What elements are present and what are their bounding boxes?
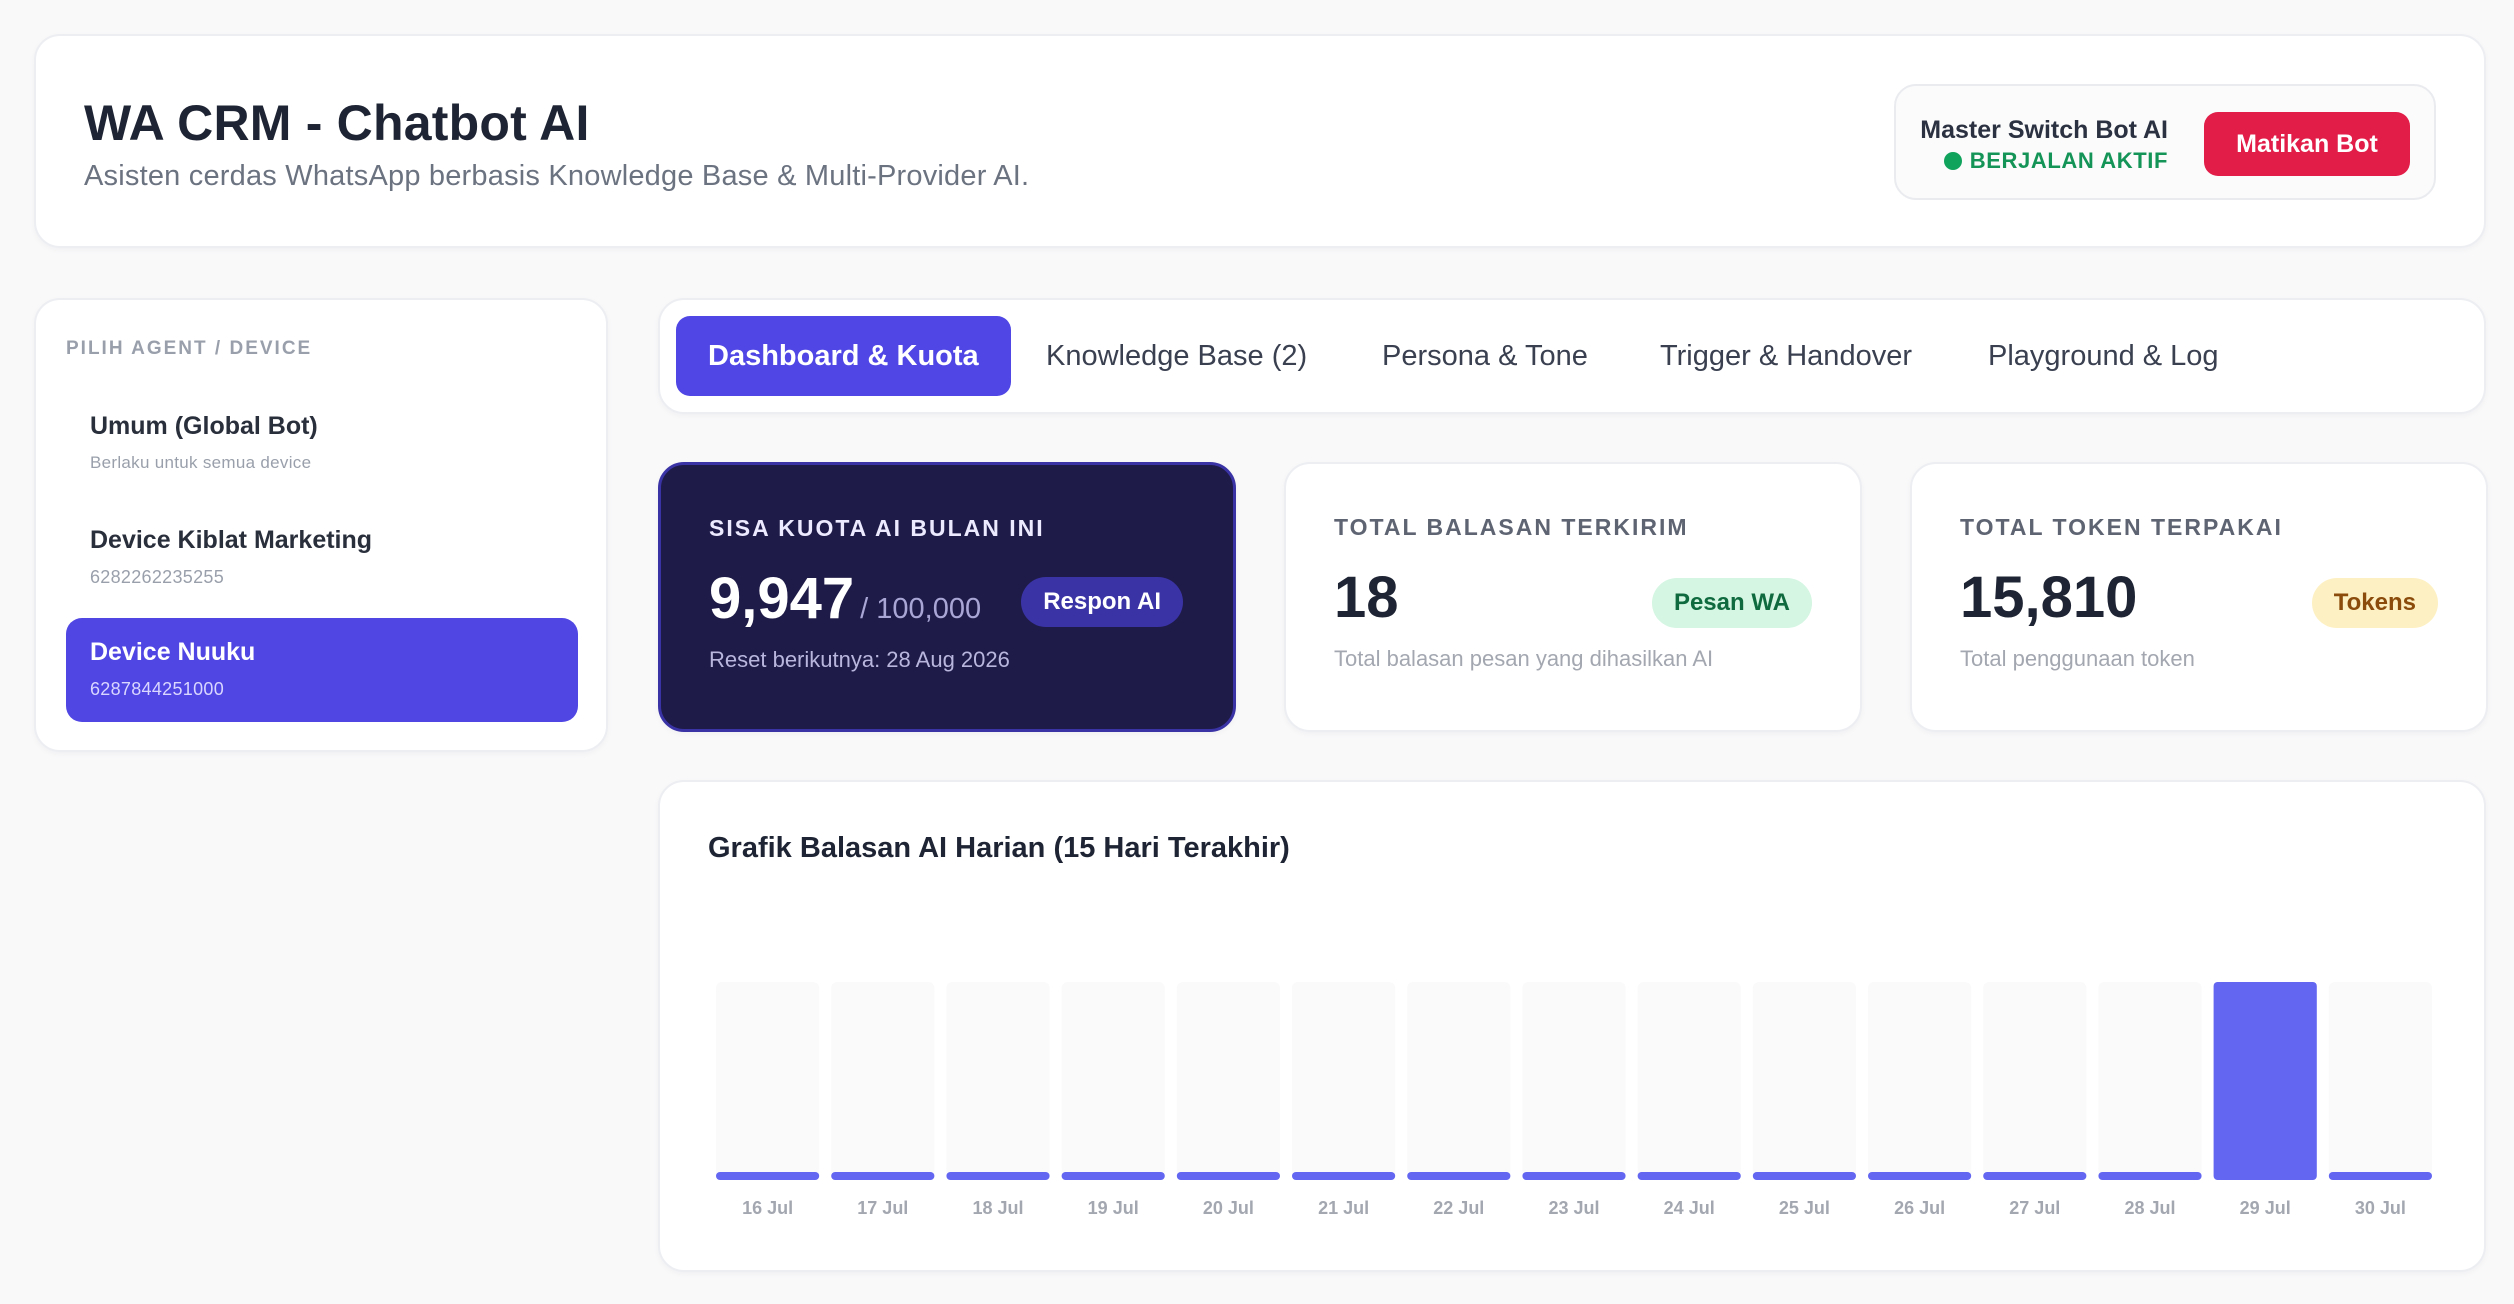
quota-label: SISA KUOTA AI BULAN INI: [709, 515, 1045, 541]
x-tick-label: 17 Jul: [857, 1198, 908, 1218]
tab-playground-log[interactable]: Playground & Log: [1988, 316, 2219, 396]
x-tick-label: 18 Jul: [972, 1198, 1023, 1218]
bar-20-jul[interactable]: [1176, 1172, 1280, 1180]
bar-track: [1061, 982, 1165, 1180]
quota-card: SISA KUOTA AI BULAN INI 9,947/ 100,000 R…: [658, 462, 1236, 732]
quota-value: 9,947: [709, 566, 855, 631]
sidebar-item-nuuku[interactable]: Device Nuuku 6287844251000: [66, 618, 578, 722]
x-tick-label: 24 Jul: [1664, 1198, 1715, 1218]
tab-trigger-handover[interactable]: Trigger & Handover: [1660, 316, 1912, 396]
bot-status-text: BERJALAN AKTIF: [1969, 148, 2168, 173]
replies-label: TOTAL BALASAN TERKIRIM: [1334, 514, 1689, 540]
x-tick-label: 23 Jul: [1548, 1198, 1599, 1218]
status-dot-icon: [1943, 152, 1962, 170]
device-sidebar: PILIH AGENT / DEVICE Umum (Global Bot) B…: [34, 298, 608, 752]
bar-track: [1292, 982, 1396, 1180]
replies-card: TOTAL BALASAN TERKIRIM 18 Pesan WA Total…: [1284, 462, 1862, 732]
bar-track: [1176, 982, 1280, 1180]
device-name: Device Nuuku: [90, 638, 256, 666]
master-switch-panel: Master Switch Bot AI BERJALAN AKTIF Mati…: [1894, 84, 2436, 200]
device-sub: 6282262235255: [90, 567, 225, 587]
quota-badge: Respon AI: [1021, 577, 1183, 627]
bar-25-jul[interactable]: [1752, 1172, 1856, 1180]
bar-18-jul[interactable]: [946, 1172, 1050, 1180]
bar-track: [946, 982, 1050, 1180]
bot-status: BERJALAN AKTIF: [1943, 148, 2168, 174]
tokens-card: TOTAL TOKEN TERPAKAI 15,810 Tokens Total…: [1910, 462, 2488, 732]
bar-22-jul[interactable]: [1407, 1172, 1511, 1180]
x-tick-label: 28 Jul: [2124, 1198, 2175, 1218]
tokens-badge: Tokens: [2311, 578, 2438, 628]
replies-badge: Pesan WA: [1651, 578, 1812, 628]
bar-17-jul[interactable]: [831, 1172, 935, 1180]
tab-persona-tone[interactable]: Persona & Tone: [1382, 316, 1588, 396]
tab-knowledge-base[interactable]: Knowledge Base (2): [1046, 316, 1307, 396]
replies-note: Total balasan pesan yang dihasilkan AI: [1334, 646, 1714, 671]
stop-bot-button[interactable]: Matikan Bot: [2204, 112, 2410, 176]
bar-track: [831, 982, 935, 1180]
bar-23-jul[interactable]: [1522, 1172, 1626, 1180]
bar-28-jul[interactable]: [2098, 1172, 2202, 1180]
bar-track: [2098, 982, 2202, 1180]
x-tick-label: 27 Jul: [2009, 1198, 2060, 1218]
replies-value: 18: [1334, 565, 1399, 630]
daily-replies-chart-card: Grafik Balasan AI Harian (15 Hari Terakh…: [658, 780, 2486, 1272]
tokens-value: 15,810: [1960, 565, 2138, 630]
bar-29-jul[interactable]: [2213, 982, 2317, 1180]
x-tick-label: 20 Jul: [1203, 1198, 1254, 1218]
bar-track: [2328, 982, 2432, 1180]
bar-27-jul[interactable]: [1983, 1172, 2087, 1180]
bar-19-jul[interactable]: [1061, 1172, 1165, 1180]
tokens-label: TOTAL TOKEN TERPAKAI: [1960, 514, 2283, 540]
bar-26-jul[interactable]: [1868, 1172, 1972, 1180]
quota-reset-note: Reset berikutnya: 28 Aug 2026: [709, 647, 1010, 672]
sidebar-item-global-bot[interactable]: Umum (Global Bot) Berlaku untuk semua de…: [66, 392, 578, 496]
x-tick-label: 26 Jul: [1894, 1198, 1945, 1218]
daily-replies-chart: 16 Jul 17 Jul 18 Jul 19 Jul 20 Jul 21 Jul 22 J…: [716, 982, 2432, 1218]
x-tick-label: 29 Jul: [2240, 1198, 2291, 1218]
bar-track: [1522, 982, 1626, 1180]
x-tick-label: 19 Jul: [1088, 1198, 1139, 1218]
x-tick-label: 21 Jul: [1318, 1198, 1369, 1218]
quota-value-row: 9,947/ 100,000: [709, 565, 981, 632]
bar-30-jul[interactable]: [2328, 1172, 2432, 1180]
header-card: WA CRM - Chatbot AI Asisten cerdas Whats…: [34, 34, 2486, 248]
x-tick-label: 16 Jul: [742, 1198, 793, 1218]
tab-bar: Dashboard & Kuota Knowledge Base (2) Per…: [658, 298, 2486, 414]
bar-track: [716, 982, 820, 1180]
x-tick-label: 25 Jul: [1779, 1198, 1830, 1218]
x-tick-label: 22 Jul: [1433, 1198, 1484, 1218]
sidebar-title: PILIH AGENT / DEVICE: [66, 338, 313, 359]
bar-track: [1868, 982, 1972, 1180]
device-name: Device Kiblat Marketing: [90, 526, 373, 554]
bar-track: [1637, 982, 1741, 1180]
bar-21-jul[interactable]: [1292, 1172, 1396, 1180]
device-sub: 6287844251000: [90, 679, 225, 699]
bar-track: [1407, 982, 1511, 1180]
bar-track: [1983, 982, 2087, 1180]
x-tick-label: 30 Jul: [2355, 1198, 2406, 1218]
tokens-note: Total penggunaan token: [1960, 646, 2195, 671]
device-sub: Berlaku untuk semua device: [90, 453, 312, 472]
sidebar-item-kiblat-marketing[interactable]: Device Kiblat Marketing 6282262235255: [66, 506, 578, 610]
bar-16-jul[interactable]: [716, 1172, 820, 1180]
master-switch-label: Master Switch Bot AI: [1920, 116, 2168, 144]
page-subtitle: Asisten cerdas WhatsApp berbasis Knowled…: [84, 160, 1030, 192]
bar-track: [1752, 982, 1856, 1180]
tab-dashboard-kuota[interactable]: Dashboard & Kuota: [676, 316, 1011, 396]
device-name: Umum (Global Bot): [90, 412, 318, 440]
page-title: WA CRM - Chatbot AI: [84, 95, 590, 151]
bar-24-jul[interactable]: [1637, 1172, 1741, 1180]
quota-total: / 100,000: [860, 593, 982, 625]
